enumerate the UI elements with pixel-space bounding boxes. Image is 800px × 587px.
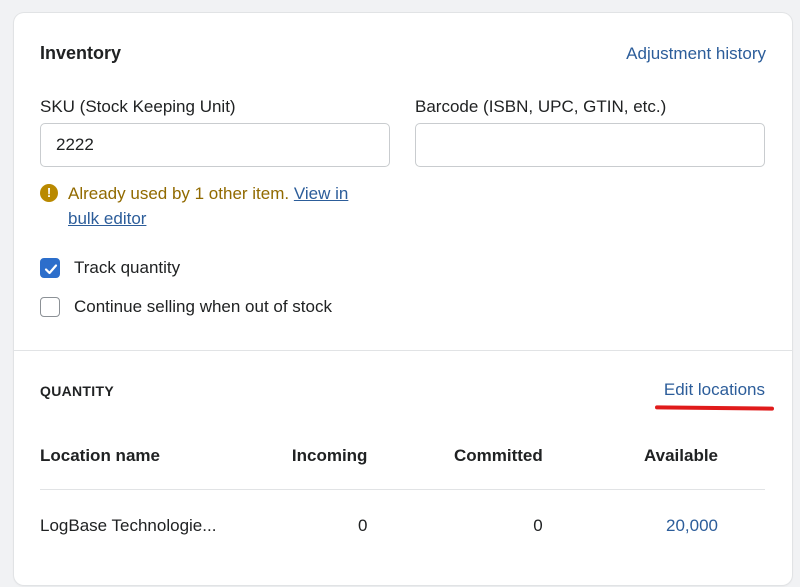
checkmark-icon	[44, 264, 58, 275]
available-quantity-link[interactable]: 20,000	[543, 516, 718, 536]
section-divider	[14, 350, 792, 351]
col-incoming: Incoming	[291, 446, 368, 465]
continue-selling-row[interactable]: Continue selling when out of stock	[40, 297, 332, 317]
sku-warning: ! Already used by 1 other item. View in …	[40, 181, 380, 231]
adjustment-history-link[interactable]: Adjustment history	[626, 44, 766, 64]
warning-text: Already used by 1 other item.	[68, 184, 290, 203]
col-location-name: Location name	[40, 446, 160, 465]
inventory-card: Inventory Adjustment history SKU (Stock …	[14, 13, 792, 585]
barcode-input[interactable]	[415, 123, 765, 167]
continue-selling-label: Continue selling when out of stock	[74, 297, 332, 316]
inventory-title: Inventory	[40, 43, 122, 63]
annotation-underline	[654, 405, 775, 411]
inventory-header: Inventory Adjustment history	[40, 43, 766, 64]
alert-icon: !	[40, 184, 58, 202]
edit-locations-link[interactable]: Edit locations	[664, 380, 765, 400]
continue-selling-checkbox[interactable]	[40, 297, 60, 317]
incoming-cell: 0	[357, 516, 368, 535]
committed-cell: 0	[533, 516, 543, 535]
barcode-label: Barcode (ISBN, UPC, GTIN, etc.)	[415, 97, 667, 116]
col-available: Available	[643, 446, 719, 465]
table-divider	[40, 489, 765, 490]
location-name-cell: LogBase Technologie...	[40, 516, 217, 535]
track-quantity-checkbox[interactable]	[40, 258, 60, 278]
quantity-section-title: QUANTITY	[40, 383, 114, 399]
quantity-table-header: Location name Incoming Committed Availab…	[40, 446, 718, 466]
table-row: LogBase Technologie... 0 0 20,000	[40, 516, 718, 536]
track-quantity-row[interactable]: Track quantity	[40, 258, 180, 278]
sku-label: SKU (Stock Keeping Unit)	[40, 97, 236, 116]
track-quantity-label: Track quantity	[74, 258, 181, 277]
sku-input[interactable]	[40, 123, 390, 167]
col-committed: Committed	[453, 446, 543, 465]
